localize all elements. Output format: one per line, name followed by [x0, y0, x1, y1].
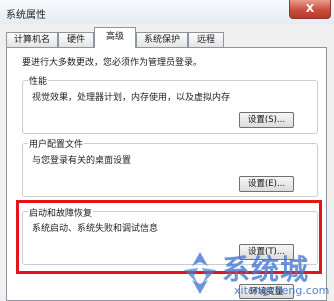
watermark-text: 系统城: [222, 253, 310, 286]
tab-remote[interactable]: 远程: [188, 32, 224, 47]
tab-hardware[interactable]: 硬件: [58, 32, 94, 47]
user-profiles-title: 用户配置文件: [28, 137, 85, 150]
user-profiles-settings-button[interactable]: 设置(E)...: [239, 176, 294, 192]
watermark-url: xitongcheng.com: [234, 284, 330, 297]
watermark: 系统城 xitongcheng.com: [178, 248, 330, 300]
performance-description: 视觉效果，处理器计划，内存使用，以及虚拟内存: [32, 93, 231, 103]
tab-advanced[interactable]: 高级: [94, 27, 136, 48]
watermark-logo-icon: [184, 252, 216, 294]
tab-system-protection[interactable]: 系统保护: [136, 32, 188, 47]
admin-notice: 要进行大多数更改，您必须作为管理员登录。: [22, 58, 203, 68]
window-title: 系统属性: [6, 10, 46, 21]
close-button[interactable]: X: [289, 0, 331, 19]
user-profiles-description: 与您登录有关的桌面设置: [32, 156, 132, 166]
performance-title: 性能: [28, 74, 49, 87]
tab-strip: 计算机名 硬件 高级 系统保护 远程: [6, 27, 328, 48]
title-bar: 系统属性 X: [0, 0, 334, 24]
tab-computer-name[interactable]: 计算机名: [6, 32, 58, 47]
performance-settings-button[interactable]: 设置(S)...: [239, 112, 294, 128]
